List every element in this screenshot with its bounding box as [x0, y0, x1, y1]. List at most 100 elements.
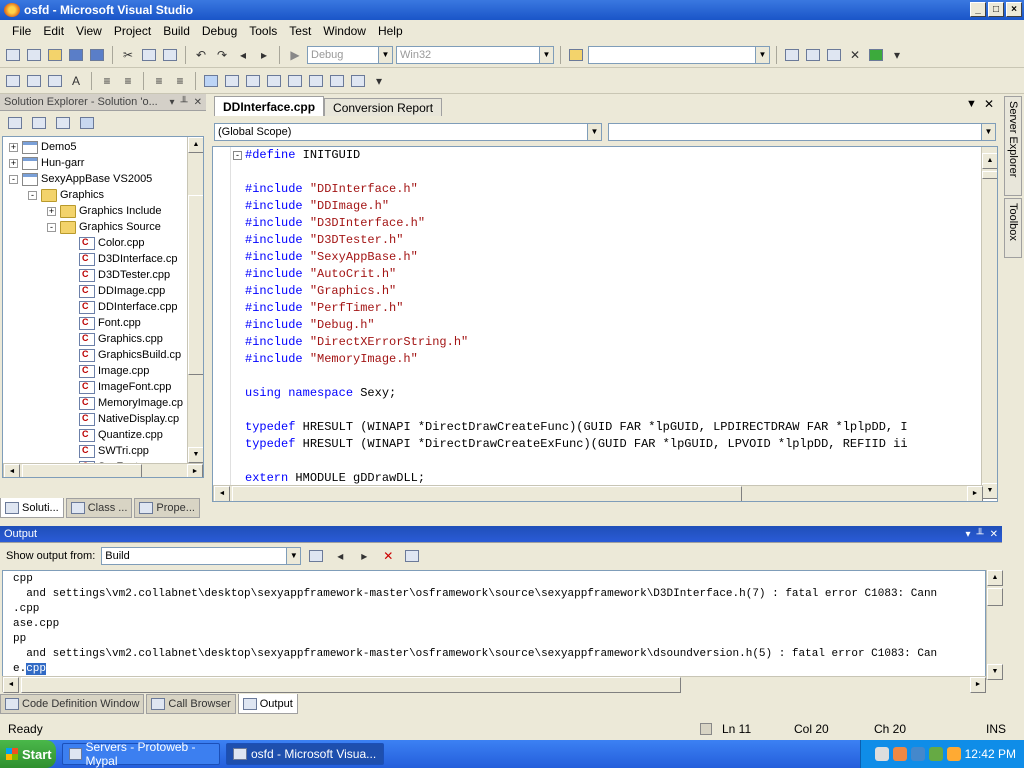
start-button[interactable]: Start [0, 740, 56, 768]
member-list-icon[interactable] [4, 72, 22, 90]
scroll-up-icon[interactable]: ▲ [982, 153, 997, 169]
menu-file[interactable]: File [6, 24, 37, 38]
scroll-down-icon[interactable]: ▼ [188, 447, 203, 463]
next-bookmark-document-icon[interactable] [328, 72, 346, 90]
start-debugging-icon[interactable]: ▶ [286, 46, 304, 64]
find-in-files-icon[interactable] [567, 46, 585, 64]
tree-node[interactable]: Graphics.cpp [66, 331, 163, 347]
navigate-back-icon[interactable]: ◂ [234, 46, 252, 64]
next-bookmark-icon[interactable] [244, 72, 262, 90]
previous-bookmark-icon[interactable] [223, 72, 241, 90]
cut-icon[interactable]: ✂ [119, 46, 137, 64]
pin-icon[interactable]: ╨ [977, 529, 984, 540]
tree-node[interactable]: MemoryImage.cp [66, 395, 183, 411]
tree-node[interactable]: D3DInterface.cp [66, 251, 177, 267]
pane-dropdown-icon[interactable]: ▾ [965, 529, 970, 540]
tree-node[interactable]: DDImage.cpp [66, 283, 165, 299]
properties-icon[interactable] [6, 114, 24, 132]
uncomment-lines-icon[interactable]: ≡ [171, 72, 189, 90]
pane-dropdown-icon[interactable]: ▾ [169, 97, 174, 108]
redo-icon[interactable]: ↷ [213, 46, 231, 64]
editor-tab-dropdown-icon[interactable]: ▼ [966, 98, 977, 110]
tree-node[interactable]: + Demo5 [9, 139, 76, 155]
tab-ddinterface-cpp[interactable]: DDInterface.cpp [214, 96, 325, 116]
code-editor[interactable]: - #define INITGUID #include "DDInterface.… [212, 146, 998, 502]
tree-node[interactable]: ImageFont.cpp [66, 379, 171, 395]
find-combo[interactable]: ▼ [588, 45, 770, 64]
tree-node[interactable]: - Graphics [28, 187, 104, 203]
output-horizontal-scrollbar[interactable]: ◄ ► [2, 676, 986, 693]
tree-horizontal-scrollbar[interactable]: ◄ ► [3, 463, 203, 477]
scroll-left-icon[interactable]: ◄ [214, 486, 230, 501]
tree-node[interactable]: NativeDisplay.cp [66, 411, 179, 427]
decrease-indent-icon[interactable]: ≡ [98, 72, 116, 90]
tab-server-explorer[interactable]: Server Explorer [1004, 96, 1022, 196]
find-message-icon[interactable] [307, 547, 325, 565]
task-visual-studio[interactable]: osfd - Microsoft Visua... [226, 743, 384, 765]
scroll-left-icon[interactable]: ◄ [4, 464, 20, 477]
tab-class-view[interactable]: Class ... [65, 498, 133, 518]
editor-close-icon[interactable]: ✕ [984, 97, 994, 111]
solution-explorer-icon[interactable] [783, 46, 801, 64]
collapse-icon[interactable]: - [28, 190, 37, 200]
scope-dropdown[interactable]: (Global Scope) ▼ [214, 123, 602, 141]
scroll-right-icon[interactable]: ► [187, 464, 203, 477]
expand-icon[interactable]: + [9, 142, 18, 152]
search-tray-icon[interactable] [946, 747, 961, 761]
comment-lines-icon[interactable]: ≡ [150, 72, 168, 90]
h-scroll-thumb[interactable] [232, 486, 742, 501]
menu-build[interactable]: Build [157, 24, 196, 38]
menu-test[interactable]: Test [283, 24, 317, 38]
member-dropdown[interactable]: ▼ [608, 123, 996, 141]
network-icon[interactable] [892, 747, 907, 761]
editor-vertical-scrollbar[interactable]: ▲ ▼ [981, 147, 997, 499]
quick-info-icon[interactable] [46, 72, 64, 90]
scroll-right-icon[interactable]: ► [970, 677, 986, 693]
prev-bookmark-folder-icon[interactable] [265, 72, 283, 90]
output-vertical-scrollbar[interactable]: ▲ ▼ [986, 570, 1003, 680]
scroll-up-icon[interactable]: ▲ [188, 137, 203, 153]
pane-close-icon[interactable]: ✕ [194, 97, 202, 108]
parameter-info-icon[interactable] [25, 72, 43, 90]
scroll-right-icon[interactable]: ► [967, 486, 983, 501]
menu-edit[interactable]: Edit [37, 24, 70, 38]
menu-help[interactable]: Help [372, 24, 409, 38]
tab-solution-explorer[interactable]: Soluti... [0, 498, 64, 518]
properties-icon[interactable] [804, 46, 822, 64]
pane-close-icon[interactable]: ✕ [990, 529, 998, 540]
keyboard-icon[interactable] [874, 747, 889, 761]
tree-node[interactable]: Color.cpp [66, 235, 144, 251]
show-all-files-icon[interactable] [30, 114, 48, 132]
tree-node[interactable]: Font.cpp [66, 315, 141, 331]
toolbar-options-icon[interactable]: ▾ [370, 72, 388, 90]
tree-node[interactable]: - Graphics Source [47, 219, 161, 235]
close-button[interactable]: × [1006, 2, 1022, 17]
scroll-thumb[interactable] [188, 195, 203, 375]
maximize-button[interactable]: □ [988, 2, 1004, 17]
save-all-icon[interactable] [88, 46, 106, 64]
tree-node[interactable]: + Graphics Include [47, 203, 162, 219]
scroll-thumb[interactable] [987, 588, 1003, 606]
tree-node[interactable]: Image.cpp [66, 363, 149, 379]
toolbox-icon[interactable]: ✕ [846, 46, 864, 64]
tab-call-browser[interactable]: Call Browser [146, 694, 236, 714]
previous-message-icon[interactable]: ◂ [331, 547, 349, 565]
app-tray-icon[interactable] [928, 747, 943, 761]
tab-code-definition-window[interactable]: Code Definition Window [0, 694, 145, 714]
scroll-up-icon[interactable]: ▲ [987, 570, 1003, 586]
h-scroll-thumb[interactable] [21, 677, 681, 693]
h-scroll-thumb[interactable] [22, 464, 142, 477]
tab-properties[interactable]: Prope... [134, 498, 200, 518]
scroll-down-icon[interactable]: ▼ [982, 483, 997, 499]
solution-config-dropdown[interactable]: Debug ▼ [307, 45, 393, 64]
tab-conversion-report[interactable]: Conversion Report [324, 98, 443, 116]
security-shield-icon[interactable] [910, 747, 925, 761]
collapse-icon[interactable]: - [233, 151, 242, 160]
collapse-icon[interactable]: - [47, 222, 56, 232]
open-file-icon[interactable] [46, 46, 64, 64]
task-servers-protoweb[interactable]: Servers - Protoweb - Mypal [62, 740, 220, 768]
tab-output[interactable]: Output [237, 694, 298, 714]
collapse-icon[interactable]: - [9, 174, 18, 184]
tree-node[interactable]: Quantize.cpp [66, 427, 163, 443]
increase-indent-icon[interactable]: ≡ [119, 72, 137, 90]
